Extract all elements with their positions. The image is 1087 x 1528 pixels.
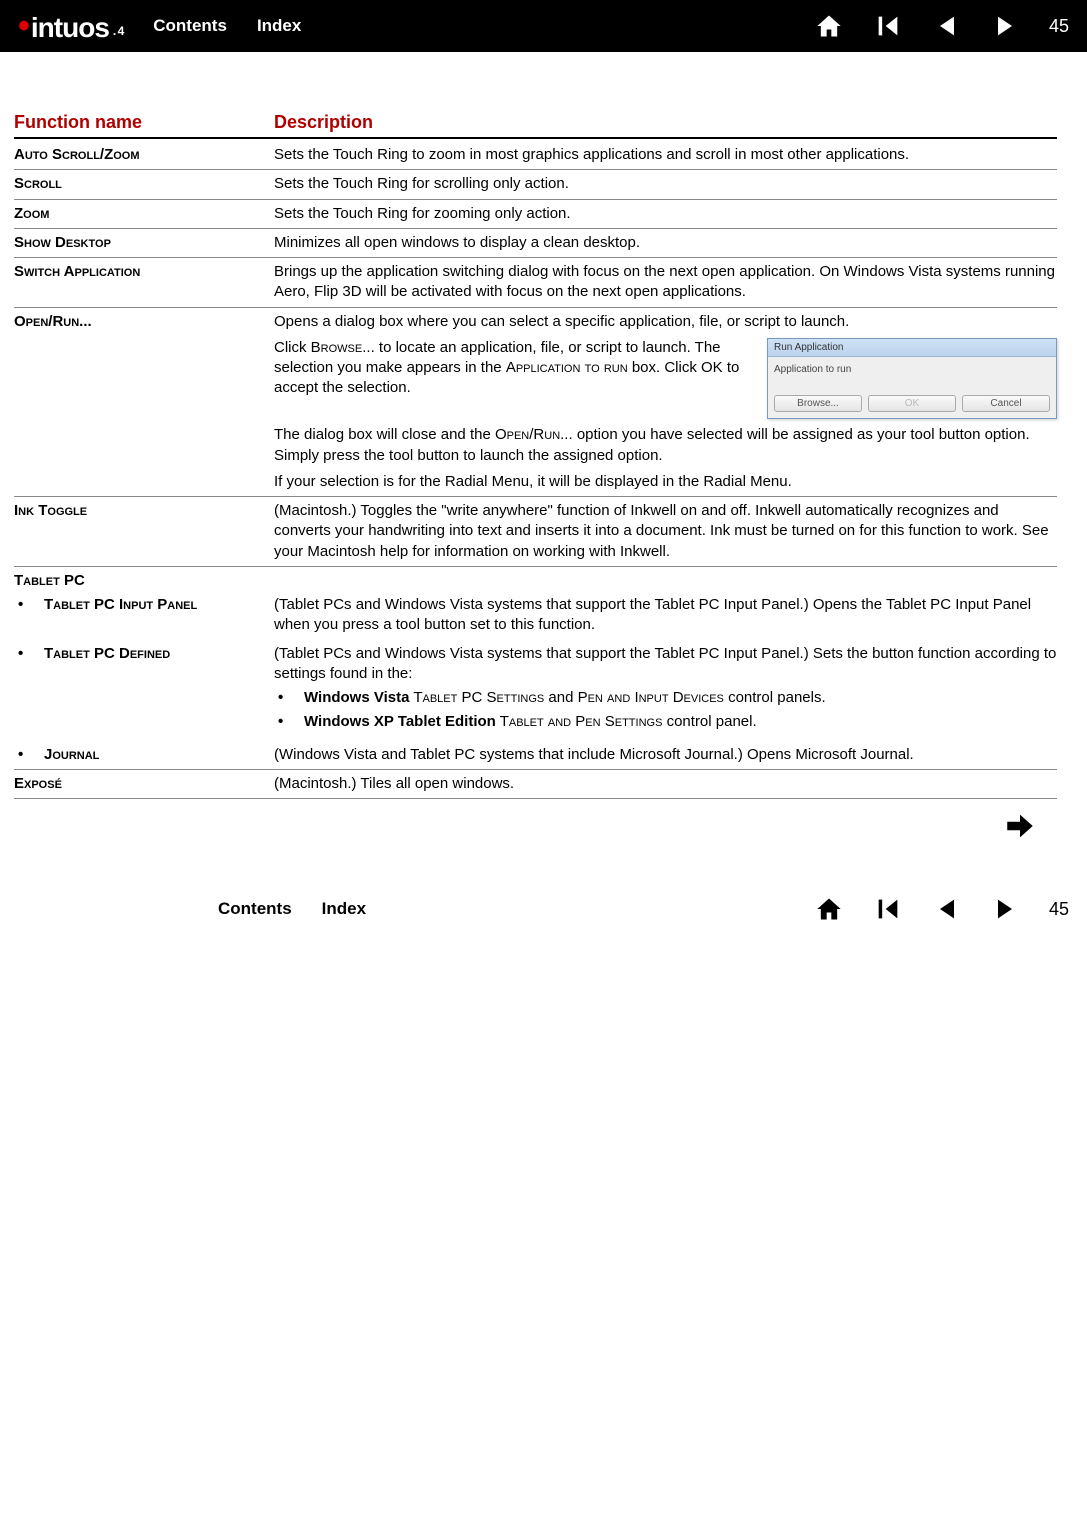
func-desc: (Tablet PCs and Windows Vista systems th… xyxy=(274,644,1057,737)
sub-func-name: Tablet PC Input Panel xyxy=(44,595,197,615)
func-name: Auto Scroll/Zoom xyxy=(14,145,274,165)
next-page-icon[interactable] xyxy=(991,12,1019,40)
table-row: Auto Scroll/Zoom Sets the Touch Ring to … xyxy=(14,141,1057,170)
func-desc: (Macintosh.) Toggles the "write anywhere… xyxy=(274,501,1057,562)
func-name: Ink Toggle xyxy=(14,501,274,562)
page-number-top: 45 xyxy=(1049,16,1069,37)
dialog-label: Application to run xyxy=(774,363,1050,377)
func-desc: Sets the Touch Ring to zoom in most grap… xyxy=(274,145,1057,165)
topbar: • intuos . 4 Contents Index 45 xyxy=(0,0,1087,52)
table-row: Open/Run... Opens a dialog box where you… xyxy=(14,308,1057,498)
func-desc: Minimizes all open windows to display a … xyxy=(274,233,1057,253)
func-name: Open/Run... xyxy=(14,312,274,493)
next-page-icon[interactable] xyxy=(991,895,1019,923)
bullet-icon: • xyxy=(274,712,304,732)
table-row: Scroll Sets the Touch Ring for scrolling… xyxy=(14,170,1057,199)
browse-button[interactable]: Browse... xyxy=(774,395,862,413)
sub-func-name: Tablet PC Defined xyxy=(44,644,170,664)
bullet-icon: • xyxy=(14,745,44,765)
func-name: Switch Application xyxy=(14,262,274,303)
logo-subtext: . 4 xyxy=(113,24,123,38)
table-row: • Journal (Windows Vista and Tablet PC s… xyxy=(14,741,1057,770)
func-name: Scroll xyxy=(14,174,274,194)
func-desc: Sets the Touch Ring for scrolling only a… xyxy=(274,174,1057,194)
page-content: Function name Description Auto Scroll/Zo… xyxy=(0,52,1087,843)
func-name: Show Desktop xyxy=(14,233,274,253)
ok-button[interactable]: OK xyxy=(868,395,956,413)
first-page-icon[interactable] xyxy=(873,895,903,923)
contents-link-bottom[interactable]: Contents xyxy=(218,899,292,919)
continue-arrow-icon[interactable] xyxy=(1003,809,1037,843)
run-application-dialog: Run Application Application to run Brows… xyxy=(767,338,1057,420)
index-link-bottom[interactable]: Index xyxy=(322,899,366,919)
table-row: Exposé (Macintosh.) Tiles all open windo… xyxy=(14,770,1057,799)
header-function-name: Function name xyxy=(14,112,274,133)
func-name: Tablet PC xyxy=(14,571,274,591)
bullet-icon: • xyxy=(14,644,44,664)
nav-icons-bottom xyxy=(815,895,1019,923)
open-run-browse-text: Click Browse... to locate an application… xyxy=(274,338,755,399)
table-row: • Tablet PC Input Panel (Tablet PCs and … xyxy=(14,591,1057,640)
prev-page-icon[interactable] xyxy=(933,12,961,40)
func-desc: (Macintosh.) Tiles all open windows. xyxy=(274,774,1057,794)
home-icon[interactable] xyxy=(815,12,843,40)
logo-dot: • xyxy=(18,7,31,46)
func-desc: (Windows Vista and Tablet PC systems tha… xyxy=(274,745,1057,765)
bullet-icon: • xyxy=(14,595,44,615)
bullet-icon: • xyxy=(274,688,304,708)
prev-page-icon[interactable] xyxy=(933,895,961,923)
table-row: • Tablet PC Defined (Tablet PCs and Wind… xyxy=(14,640,1057,741)
logo: • intuos . 4 xyxy=(18,7,123,46)
open-run-radial-text: If your selection is for the Radial Menu… xyxy=(274,472,1057,492)
sub-func-name: Journal xyxy=(44,745,99,765)
open-run-close-text: The dialog box will close and the Open/R… xyxy=(274,425,1057,466)
func-desc: Brings up the application switching dial… xyxy=(274,262,1057,303)
index-link[interactable]: Index xyxy=(257,16,301,36)
table-row: Tablet PC xyxy=(14,567,1057,591)
table-row: Ink Toggle (Macintosh.) Toggles the "wri… xyxy=(14,497,1057,567)
dialog-titlebar: Run Application xyxy=(768,339,1056,358)
cancel-button[interactable]: Cancel xyxy=(962,395,1050,413)
nav-icons xyxy=(815,12,1019,40)
page-number-bottom: 45 xyxy=(1049,899,1069,920)
table-row: Switch Application Brings up the applica… xyxy=(14,258,1057,308)
home-icon[interactable] xyxy=(815,895,843,923)
func-name: Zoom xyxy=(14,204,274,224)
contents-link[interactable]: Contents xyxy=(153,16,227,36)
table-header: Function name Description xyxy=(14,112,1057,139)
table-row: Zoom Sets the Touch Ring for zooming onl… xyxy=(14,200,1057,229)
bottombar: Contents Index 45 xyxy=(0,883,1087,935)
header-description: Description xyxy=(274,112,1057,133)
func-desc: Sets the Touch Ring for zooming only act… xyxy=(274,204,1057,224)
table-row: Show Desktop Minimizes all open windows … xyxy=(14,229,1057,258)
first-page-icon[interactable] xyxy=(873,12,903,40)
open-run-intro: Opens a dialog box where you can select … xyxy=(274,312,1057,332)
vista-bullet: Windows Vista Tablet PC Settings and Pen… xyxy=(304,688,1057,708)
func-desc: (Tablet PCs and Windows Vista systems th… xyxy=(274,595,1057,636)
logo-text: intuos xyxy=(31,12,109,44)
func-name: Exposé xyxy=(14,774,274,794)
func-desc: Opens a dialog box where you can select … xyxy=(274,312,1057,493)
xp-bullet: Windows XP Tablet Edition Tablet and Pen… xyxy=(304,712,1057,732)
